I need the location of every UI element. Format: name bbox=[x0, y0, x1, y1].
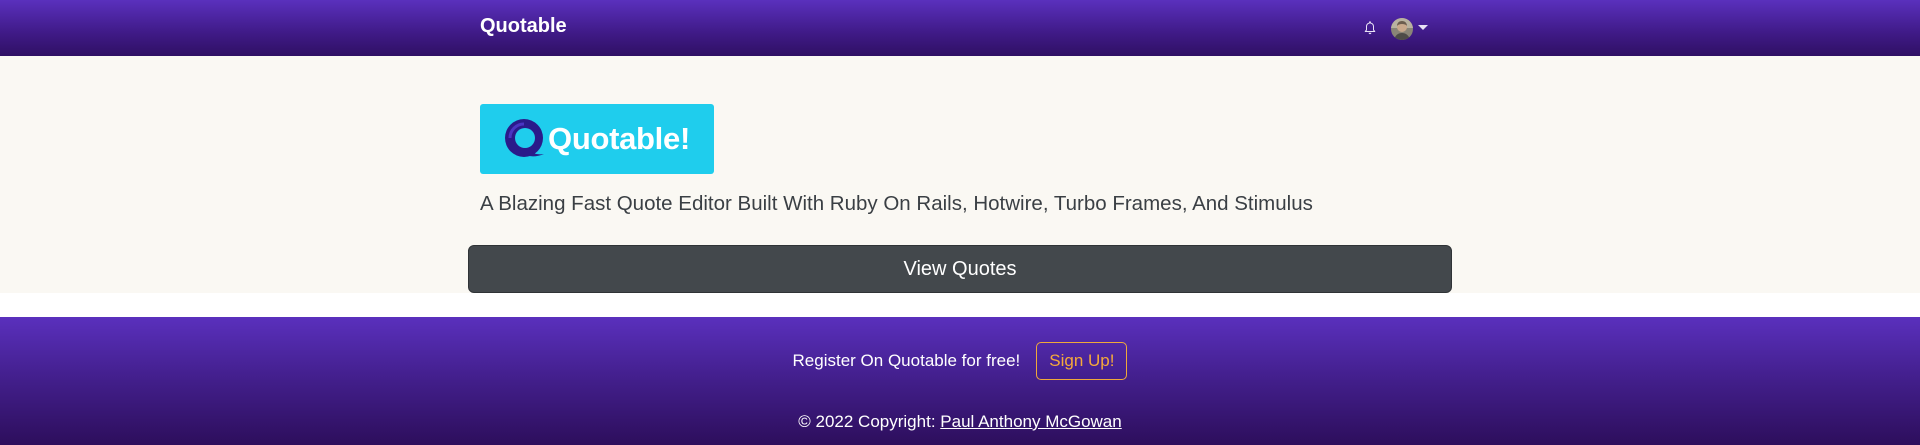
register-cta-text: Register On Quotable for free! bbox=[792, 351, 1021, 370]
quotable-logo-mark-icon bbox=[505, 119, 544, 157]
logo-text: Quotable! bbox=[548, 121, 690, 156]
footer: Register On Quotable for free! Sign Up! … bbox=[0, 317, 1920, 445]
caret-down-icon bbox=[1418, 24, 1428, 30]
tagline: A Blazing Fast Quote Editor Built With R… bbox=[480, 192, 1313, 215]
copyright-prefix: © 2022 Copyright: bbox=[798, 412, 936, 431]
copyright: © 2022 Copyright: Paul Anthony McGowan bbox=[0, 412, 1920, 432]
bell-icon[interactable] bbox=[1360, 18, 1380, 38]
top-navbar: Quotable bbox=[0, 0, 1920, 56]
author-link[interactable]: Paul Anthony McGowan bbox=[940, 412, 1121, 431]
quotable-logo: Quotable! bbox=[480, 104, 714, 174]
register-cta: Register On Quotable for free! Sign Up! bbox=[0, 342, 1920, 380]
user-avatar bbox=[1391, 18, 1413, 40]
brand-link[interactable]: Quotable bbox=[480, 15, 567, 38]
sign-up-button[interactable]: Sign Up! bbox=[1036, 342, 1128, 380]
view-quotes-button[interactable]: View Quotes bbox=[468, 245, 1452, 293]
hero-section: Quotable! A Blazing Fast Quote Editor Bu… bbox=[0, 56, 1920, 293]
user-menu-toggle[interactable] bbox=[1391, 17, 1428, 41]
